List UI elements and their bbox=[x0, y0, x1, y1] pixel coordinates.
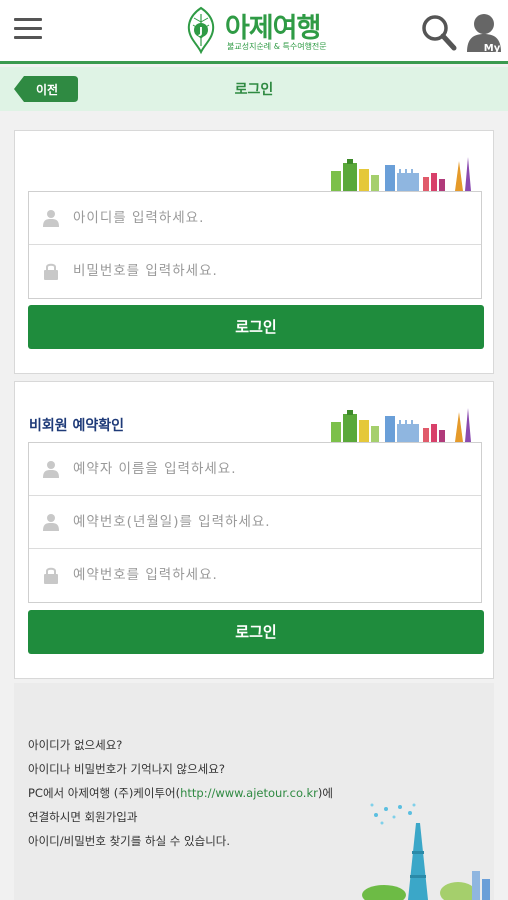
brand-logo[interactable]: J 아제여행 불교성지순례 & 특수여행전문 bbox=[183, 4, 333, 60]
password-field[interactable] bbox=[29, 245, 481, 298]
page-subbar: 이전 로그인 bbox=[0, 67, 508, 111]
homepage-link[interactable]: http://www.ajetour.co.kr bbox=[180, 786, 318, 800]
guest-number-field[interactable] bbox=[29, 549, 481, 602]
info-line: 아이디/비밀번호 찾기를 하실 수 있습니다. bbox=[28, 834, 231, 848]
city-skyline-icon bbox=[331, 408, 471, 442]
guest-field-group bbox=[28, 442, 482, 603]
city-skyline-icon bbox=[331, 157, 471, 191]
info-line: 아이디나 비밀번호가 기억나지 않으세요? bbox=[28, 762, 225, 776]
search-icon bbox=[422, 15, 457, 51]
bodhi-leaf-logo-icon: J bbox=[187, 6, 215, 55]
user-icon bbox=[43, 461, 59, 478]
password-input[interactable] bbox=[73, 259, 463, 283]
guest-number-input[interactable] bbox=[73, 563, 463, 587]
guest-birth-input[interactable] bbox=[73, 510, 463, 534]
info-line: 아이디가 없으세요? bbox=[28, 738, 123, 752]
guest-reservation-panel: 비회원 예약확인 예약자 이름을 입력하세요. 예약번호(년월일)를 입력하세요… bbox=[14, 381, 494, 679]
id-field[interactable] bbox=[29, 192, 481, 245]
search-button[interactable] bbox=[420, 12, 458, 52]
info-text: 아이디가 없으세요? 아이디나 비밀번호가 기억나지 않으세요? PC에서 아제… bbox=[28, 733, 333, 853]
hamburger-icon bbox=[14, 18, 42, 21]
menu-button[interactable] bbox=[14, 18, 42, 40]
guest-login-button[interactable]: 로그인 bbox=[28, 610, 484, 654]
guest-name-field[interactable] bbox=[29, 443, 481, 496]
page-title: 로그인 bbox=[234, 82, 274, 98]
login-button[interactable]: 로그인 bbox=[28, 305, 484, 349]
guest-name-input[interactable] bbox=[73, 457, 463, 481]
lock-icon bbox=[44, 567, 58, 584]
guest-section-title: 비회원 예약확인 bbox=[29, 418, 125, 434]
id-input[interactable] bbox=[73, 206, 463, 230]
info-line: 연결하시면 회원가입과 bbox=[28, 810, 138, 824]
login-panel: 로그인 bbox=[14, 130, 494, 374]
eiffel-tower-illustration-icon bbox=[362, 803, 490, 900]
lock-icon bbox=[44, 263, 58, 280]
info-line: PC에서 아제여행 (주)케이투어(http://www.ajetour.co.… bbox=[28, 786, 333, 800]
user-icon: My bbox=[467, 14, 501, 54]
my-page-button[interactable]: My bbox=[464, 10, 504, 54]
brand-tagline: 불교성지순례 & 특수여행전문 bbox=[227, 42, 327, 51]
login-field-group bbox=[28, 191, 482, 299]
info-area: 아이디가 없으세요? 아이디나 비밀번호가 기억나지 않으세요? PC에서 아제… bbox=[14, 683, 494, 900]
app-header: J 아제여행 불교성지순례 & 특수여행전문 My bbox=[0, 0, 508, 64]
guest-birth-field[interactable] bbox=[29, 496, 481, 549]
user-icon bbox=[43, 514, 59, 531]
svg-text:My: My bbox=[484, 43, 501, 54]
svg-text:J: J bbox=[198, 26, 203, 37]
user-icon bbox=[43, 210, 59, 227]
brand-name: 아제여행 bbox=[225, 13, 321, 44]
